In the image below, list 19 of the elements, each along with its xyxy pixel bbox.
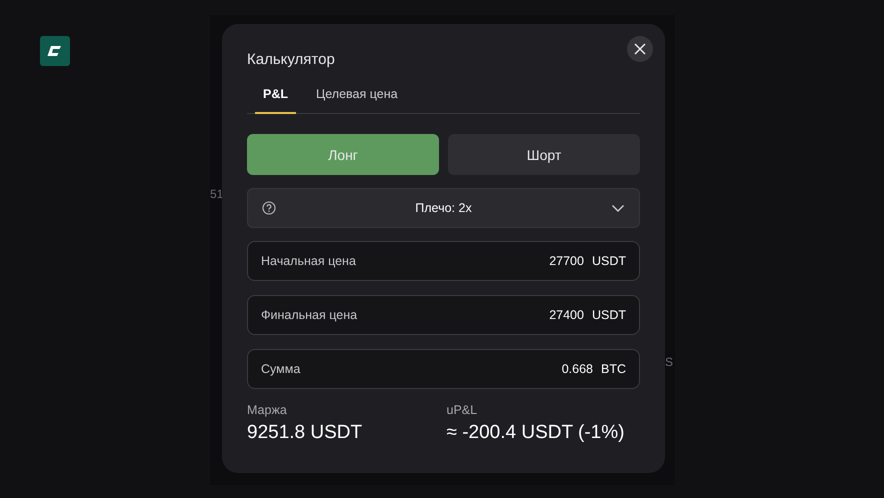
- summary-label: uP&L: [446, 403, 478, 417]
- tab[interactable]: Целевая цена: [308, 83, 406, 114]
- input-field[interactable]: Финальная цена 27400 USDT: [247, 295, 640, 335]
- close-button[interactable]: [627, 36, 653, 62]
- input-field[interactable]: Начальная цена 27700 USDT: [247, 241, 640, 281]
- help-icon: [262, 201, 276, 215]
- leverage-dropdown[interactable]: Плечо: 2x: [247, 188, 640, 228]
- summary-value: ≈ -200.4 USDT (-1%): [446, 422, 624, 444]
- close-icon: [634, 43, 646, 55]
- axis-label: S: [665, 355, 674, 369]
- dialog-title: Калькулятор: [247, 51, 336, 70]
- axis-label: 51: [210, 187, 224, 201]
- summary-value: 9251.8 USDT: [247, 422, 362, 444]
- logo-icon: [40, 36, 70, 66]
- side-toggle-button[interactable]: Шорт: [448, 134, 640, 175]
- summary-label: Маржа: [247, 403, 287, 417]
- chevron-down-icon: [611, 203, 625, 213]
- tab[interactable]: P&L: [255, 83, 296, 114]
- input-field[interactable]: Сумма 0.668 BTC: [247, 349, 640, 389]
